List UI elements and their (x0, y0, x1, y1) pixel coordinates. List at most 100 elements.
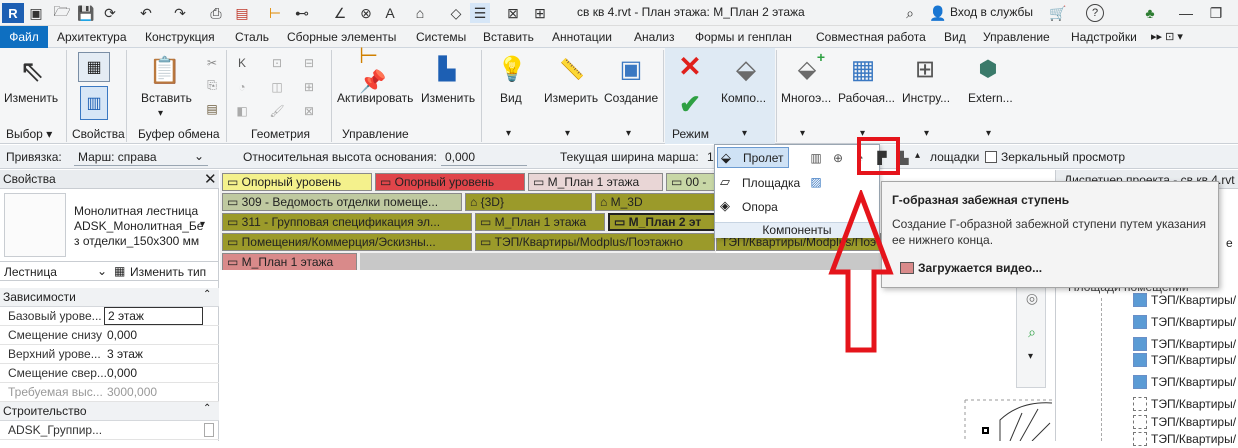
property-value[interactable]: 3 этаж (107, 347, 143, 361)
grip-handle[interactable] (982, 427, 989, 434)
tooltip-video[interactable]: Загружается видео... (918, 261, 1042, 275)
property-checkbox[interactable] (204, 423, 214, 437)
tab-architecture[interactable]: Архитектура (57, 30, 127, 44)
linework-icon[interactable]: ⊠ (300, 102, 318, 120)
save-icon[interactable]: 💾 (76, 3, 96, 23)
view-dropdown-icon[interactable]: ▾ (506, 128, 511, 139)
sign-in-label[interactable]: Вход в службы (950, 5, 1033, 19)
create-dropdown-icon[interactable]: ▾ (626, 128, 631, 139)
paint-icon[interactable]: 🖌 (268, 102, 286, 120)
modify-type-icon[interactable]: ▙ (433, 52, 461, 86)
tag-icon[interactable]: ⊗ (356, 3, 376, 23)
type-name-line-1[interactable]: Монолитная лестница (74, 204, 198, 218)
chevron-down-icon[interactable]: ⌄ (97, 264, 107, 278)
landing-item[interactable]: ▱ Площадка (717, 173, 807, 193)
zoom-icon[interactable]: ⌕ (1021, 321, 1043, 343)
measure-distance-icon[interactable]: ⊢ (265, 3, 285, 23)
autodesk-app-icon[interactable]: ♣ (1140, 3, 1160, 23)
home-icon[interactable]: ▣ (26, 3, 46, 23)
binoculars-icon[interactable]: ⌕ (900, 3, 920, 23)
view-tab[interactable]: ▭ М_План 1 этажа (528, 173, 663, 191)
run-item[interactable]: ⬙ Пролет (717, 147, 789, 168)
type-selector-dropdown-icon[interactable]: ▾ (200, 219, 205, 230)
tree-item[interactable]: ТЭП/Квартиры/ (1133, 413, 1236, 431)
property-row[interactable]: Смещение снизу 0,000 (0, 326, 219, 345)
view-tab[interactable]: ▭ М_План 1 этажа (222, 253, 357, 271)
panel-select[interactable]: Выбор ▾ (6, 127, 52, 141)
view-tab[interactable]: ▭ 311 - Групповая спецификация эл... (222, 213, 472, 231)
view-tab[interactable]: ▭ ТЭП/Квартиры/Modplus/Поэтажно (475, 233, 715, 251)
view-tab[interactable]: ▭ Опорный уровень (375, 173, 525, 191)
property-row[interactable]: ADSK_Группир... (0, 421, 219, 440)
steering-wheel-icon[interactable]: ◎ (1021, 287, 1043, 309)
base-offset-input[interactable]: 0,000 (441, 147, 527, 166)
type-properties-icon[interactable]: ▦ (78, 52, 110, 82)
property-row[interactable]: Верхний урове... 3 этаж (0, 345, 219, 364)
workplane-button[interactable]: Рабочая... (838, 91, 895, 105)
match-type-icon[interactable]: ▤ (203, 100, 221, 118)
anchor-select[interactable]: Марш: справа ⌄ (74, 147, 208, 166)
collapse-icon[interactable]: ⌃ (203, 403, 211, 414)
drawing-canvas[interactable]: ◎ ⌕ ▾ (220, 270, 1055, 441)
activate-button[interactable]: Активировать (337, 91, 413, 105)
demolish-icon[interactable]: ⊟ (300, 54, 318, 72)
group-constraints[interactable]: Зависимости ⌃ (0, 288, 219, 307)
file-tab[interactable]: Файл (0, 26, 48, 48)
tab-steel[interactable]: Сталь (235, 30, 269, 44)
properties-icon[interactable]: ▥ (80, 86, 108, 120)
modify-button[interactable]: Изменить (4, 91, 58, 105)
external-dropdown-icon[interactable]: ▾ (986, 128, 991, 139)
sync-icon[interactable]: ⟳ (100, 3, 120, 23)
width-input[interactable]: 1 (707, 150, 714, 164)
paste-icon[interactable]: 📋 (149, 52, 181, 88)
property-value[interactable]: 0,000 (107, 366, 137, 380)
restore-icon[interactable]: ❐ (1206, 3, 1226, 23)
measure-dropdown-icon[interactable]: ▾ (565, 128, 570, 139)
type-name-line-2[interactable]: ADSK_Монолитная_Бе (74, 219, 203, 233)
view-tab-active[interactable]: ▭ М_План 2 эт (608, 213, 716, 231)
spiral-run-icon[interactable]: ⊕ (829, 149, 847, 167)
tab-addins[interactable]: Надстройки (1071, 30, 1137, 44)
cart-icon[interactable]: 🛒 (1048, 3, 1068, 23)
view-tab[interactable]: ▭ М_План 1 этажа (475, 213, 605, 231)
property-row[interactable]: Смещение свер... 0,000 (0, 364, 219, 383)
edit-type-icon[interactable]: ▦ (114, 264, 125, 278)
property-value[interactable]: 0,000 (107, 328, 137, 342)
tab-systems[interactable]: Системы (416, 30, 466, 44)
measure-button[interactable]: Измерить (544, 91, 598, 105)
cope-icon[interactable]: K (233, 54, 251, 72)
tab-structure[interactable]: Конструкция (145, 30, 215, 44)
cut-geometry-icon[interactable]: ◔ (233, 78, 251, 96)
tree-item[interactable]: ТЭП/Квартиры/ (1133, 373, 1236, 391)
finish-check-icon[interactable]: ✔ (676, 89, 704, 119)
edit-type-button[interactable]: Изменить тип (130, 265, 206, 279)
category-filter[interactable]: Лестница (4, 265, 57, 279)
wall-joins-icon[interactable]: ⊡ (268, 54, 286, 72)
type-name-line-3[interactable]: з отделки_150x300 мм (74, 234, 199, 248)
tab-massing-site[interactable]: Формы и генплан (695, 30, 792, 44)
view-tab[interactable]: ⌂ М_3D (595, 193, 716, 211)
mirror-checkbox[interactable] (985, 151, 997, 163)
multistory-button[interactable]: Многоэ... (781, 91, 831, 105)
base-level-input[interactable]: 2 этаж (104, 307, 203, 325)
tree-item[interactable]: ТЭП/Квартиры/ (1133, 313, 1236, 331)
help-icon[interactable]: ? (1086, 4, 1104, 22)
view-button[interactable]: Вид (500, 91, 522, 105)
split-face-icon[interactable]: ◫ (268, 78, 286, 96)
pin-icon[interactable]: ⊢📌 (359, 43, 389, 94)
close-hidden-icon[interactable]: ⊠ (503, 3, 523, 23)
text-icon[interactable]: A (380, 3, 400, 23)
create-button[interactable]: Создание (604, 91, 658, 105)
tab-annotate[interactable]: Аннотации (552, 30, 612, 44)
external-button[interactable]: Extern... (968, 91, 1013, 105)
multistory-dropdown-icon[interactable]: ▾ (800, 128, 805, 139)
section-icon[interactable]: ◇ (446, 3, 466, 23)
redo-icon[interactable]: ↷ (170, 3, 190, 23)
switch-windows-icon[interactable]: ⊞ (530, 3, 550, 23)
view-tab[interactable]: ⌂ {3D} (465, 193, 592, 211)
component-dropdown-icon[interactable]: ▾ (742, 128, 747, 139)
join-icon[interactable]: ◧ (233, 102, 251, 120)
ruler-icon[interactable]: 📏 (555, 54, 589, 84)
user-icon[interactable]: 👤 (928, 3, 948, 23)
pdf-icon[interactable]: ▤ (232, 3, 252, 23)
